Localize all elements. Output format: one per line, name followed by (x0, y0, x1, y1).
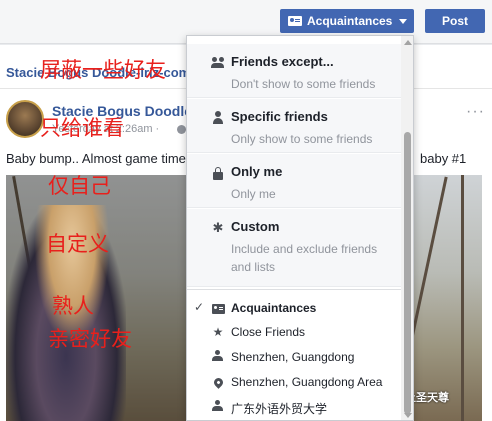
school-icon (211, 400, 225, 414)
option-only-me[interactable]: Only me Only me (187, 154, 401, 208)
audience-dropdown-menu: Friends except... Don't show to some fri… (186, 35, 414, 421)
menu-separator (187, 289, 401, 290)
globe-icon (177, 125, 186, 134)
list-item-shenzhen-guangdong-area[interactable]: Shenzhen, Guangdong Area (187, 370, 401, 394)
post-text-main: Baby bump.. Almost game time (6, 151, 186, 166)
id-card-icon (211, 301, 225, 315)
more-options-icon[interactable]: ··· (466, 103, 485, 121)
list-item-shenzhen-guangdong[interactable]: Shenzhen, Guangdong (187, 345, 401, 369)
list-item-label: 广东外语外贸大学 (231, 402, 328, 416)
list-item-label: Shenzhen, Guangdong Area (231, 375, 383, 389)
id-card-icon (288, 16, 302, 26)
option-subtitle: Don't show to some friends (231, 77, 376, 91)
annotation-specific-friends: 只给谁看 (40, 116, 124, 140)
option-title: Only me (231, 164, 283, 179)
pin-icon (211, 375, 225, 389)
post-button[interactable]: Post (425, 9, 485, 33)
option-subtitle: Only me (231, 187, 276, 201)
option-subtitle: Only show to some friends (231, 132, 373, 146)
star-icon: ★ (212, 325, 224, 339)
scroll-up-icon[interactable] (404, 40, 412, 45)
lock-icon (211, 166, 225, 180)
option-subtitle-line1: Include and exclude friends (231, 242, 378, 256)
list-item-acquaintances[interactable]: ✓ Acquaintances (187, 296, 401, 320)
post-text-tail: baby #1 (420, 151, 467, 166)
caret-down-icon (399, 18, 408, 24)
annotation-friends-except: 屏蔽一些好友 (40, 58, 166, 82)
option-custom[interactable]: ✱ Custom Include and exclude friends and… (187, 209, 401, 287)
person-icon (211, 111, 225, 125)
annotation-custom: 自定义 (46, 232, 109, 256)
option-title: Custom (231, 219, 280, 234)
list-item-label: Shenzhen, Guangdong (231, 350, 355, 364)
annotation-close-friends: 亲密好友 (48, 327, 132, 351)
location-person-icon (211, 350, 225, 364)
annotation-only-me: 仅自己 (48, 174, 111, 198)
option-specific-friends[interactable]: Specific friends Only show to some frien… (187, 99, 401, 153)
scrollbar-thumb[interactable] (404, 132, 411, 414)
checkmark-icon: ✓ (194, 300, 205, 314)
option-subtitle: Include and exclude friends and lists (231, 240, 377, 276)
people-minus-icon (211, 56, 225, 70)
scroll-down-icon[interactable] (404, 413, 412, 418)
option-friends-except[interactable]: Friends except... Don't show to some fri… (187, 44, 401, 98)
list-item-gdufs[interactable]: 广东外语外贸大学 (187, 395, 401, 419)
option-subtitle-line2: and lists (231, 260, 276, 274)
avatar[interactable] (6, 100, 44, 138)
option-title: Specific friends (231, 109, 328, 124)
annotation-acquaintances: 熟人 (52, 294, 94, 318)
option-title: Friends except... (231, 54, 334, 69)
list-item-close-friends[interactable]: ★ Close Friends (187, 320, 401, 344)
dropdown-scrollbar[interactable] (401, 36, 413, 420)
list-item-label: Close Friends (231, 325, 306, 339)
gear-icon: ✱ (212, 220, 224, 235)
list-item-label: Acquaintances (231, 301, 317, 315)
audience-selector-label: Acquaintances (307, 14, 393, 28)
audience-selector-button[interactable]: Acquaintances (280, 9, 414, 33)
